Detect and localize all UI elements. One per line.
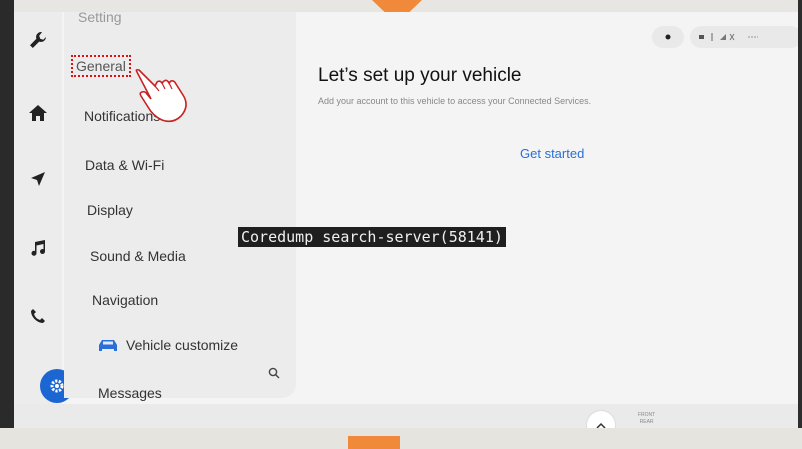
setup-subtitle: Add your account to this vehicle to acce…: [318, 96, 592, 106]
menu-item-messages[interactable]: Messages: [98, 385, 162, 401]
rear-label: REAR: [639, 419, 654, 425]
menu-item-display[interactable]: Display: [87, 202, 133, 218]
menu-title: Setting: [78, 12, 122, 25]
menu-item-general[interactable]: General: [71, 55, 131, 77]
photo-bezel-left: [0, 0, 14, 449]
search-icon[interactable]: [268, 366, 280, 382]
notification-status-chip[interactable]: [652, 26, 684, 48]
get-started-link[interactable]: Get started: [520, 146, 584, 161]
photo-bezel-bottom: [0, 428, 802, 449]
pointer-hand-icon: [135, 68, 187, 123]
coredump-overlay: Coredump search-server(58141): [238, 227, 506, 247]
front-label: FRONT: [638, 412, 656, 418]
setup-title: Let’s set up your vehicle: [318, 65, 522, 86]
left-icon-rail: [14, 12, 62, 404]
menu-item-data-wifi[interactable]: Data & Wi-Fi: [85, 157, 164, 173]
photo-bezel-right: [798, 0, 802, 449]
bottom-bar: [14, 404, 798, 428]
music-note-icon[interactable]: [26, 236, 50, 260]
connectivity-status-chip[interactable]: [690, 26, 798, 48]
menu-item-navigation[interactable]: Navigation: [92, 292, 158, 308]
front-rear-label: FRONT REAR: [638, 412, 655, 426]
phone-icon[interactable]: [26, 304, 50, 328]
car-icon: [98, 338, 118, 352]
home-icon[interactable]: [26, 101, 50, 125]
menu-item-sound-media[interactable]: Sound & Media: [90, 248, 186, 264]
orange-marker-bottom: [348, 436, 400, 449]
menu-item-vehicle-customize[interactable]: Vehicle customize: [98, 337, 238, 353]
navigation-arrow-icon[interactable]: [26, 167, 50, 191]
vehicle-customize-label: Vehicle customize: [126, 337, 239, 353]
wrench-icon[interactable]: [26, 28, 50, 52]
infotainment-screen: Setting General Notifications Data & Wi-…: [14, 12, 798, 428]
